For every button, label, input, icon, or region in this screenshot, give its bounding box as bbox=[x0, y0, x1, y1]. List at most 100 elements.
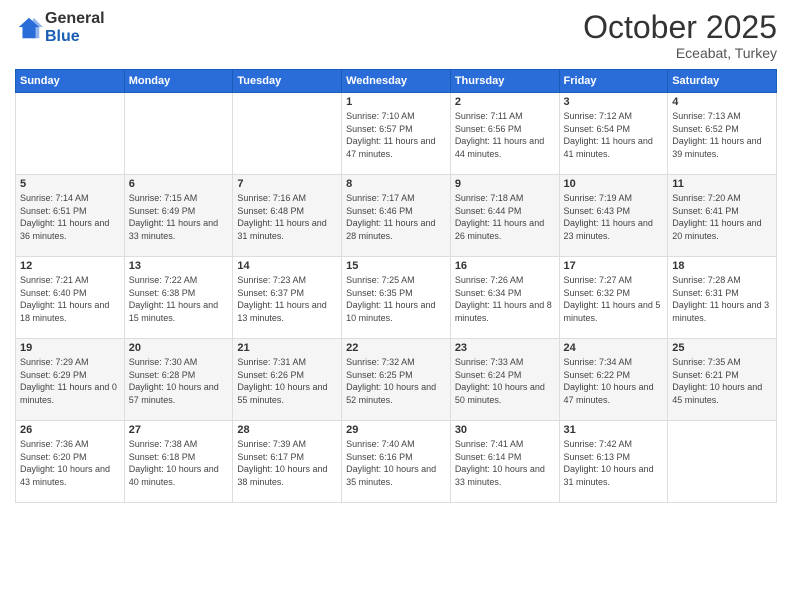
weekday-header-row: SundayMondayTuesdayWednesdayThursdayFrid… bbox=[16, 70, 777, 93]
day-number: 20 bbox=[129, 342, 229, 354]
day-number: 23 bbox=[455, 342, 555, 354]
day-number: 26 bbox=[20, 424, 120, 436]
day-number: 13 bbox=[129, 260, 229, 272]
day-info: Sunrise: 7:29 AM Sunset: 6:29 PM Dayligh… bbox=[20, 356, 120, 406]
day-number: 14 bbox=[237, 260, 337, 272]
day-info: Sunrise: 7:39 AM Sunset: 6:17 PM Dayligh… bbox=[237, 438, 337, 488]
day-info: Sunrise: 7:34 AM Sunset: 6:22 PM Dayligh… bbox=[564, 356, 664, 406]
weekday-header-tuesday: Tuesday bbox=[233, 70, 342, 93]
calendar-week-row: 12 Sunrise: 7:21 AM Sunset: 6:40 PM Dayli… bbox=[16, 257, 777, 339]
calendar-cell bbox=[233, 93, 342, 175]
calendar-week-row: 19 Sunrise: 7:29 AM Sunset: 6:29 PM Dayli… bbox=[16, 339, 777, 421]
day-info: Sunrise: 7:25 AM Sunset: 6:35 PM Dayligh… bbox=[346, 274, 446, 324]
calendar-cell: 2 Sunrise: 7:11 AM Sunset: 6:56 PM Daylig… bbox=[450, 93, 559, 175]
day-info: Sunrise: 7:38 AM Sunset: 6:18 PM Dayligh… bbox=[129, 438, 229, 488]
day-info: Sunrise: 7:21 AM Sunset: 6:40 PM Dayligh… bbox=[20, 274, 120, 324]
calendar-week-row: 5Sunrise: 7:14 AM Sunset: 6:51 PM Daylig… bbox=[16, 175, 777, 257]
logo-blue: Blue bbox=[45, 28, 105, 46]
day-info: Sunrise: 7:42 AM Sunset: 6:13 PM Dayligh… bbox=[564, 438, 664, 488]
weekday-header-thursday: Thursday bbox=[450, 70, 559, 93]
calendar-cell: 16Sunrise: 7:26 AM Sunset: 6:34 PM Dayli… bbox=[450, 257, 559, 339]
calendar-cell: 19 Sunrise: 7:29 AM Sunset: 6:29 PM Dayli… bbox=[16, 339, 125, 421]
logo-general: General bbox=[45, 10, 105, 28]
calendar-cell: 6 Sunrise: 7:15 AM Sunset: 6:49 PM Daylig… bbox=[124, 175, 233, 257]
day-info: Sunrise: 7:10 AM Sunset: 6:57 PM Dayligh… bbox=[346, 110, 446, 160]
day-info: Sunrise: 7:31 AM Sunset: 6:26 PM Dayligh… bbox=[237, 356, 337, 406]
weekday-header-saturday: Saturday bbox=[668, 70, 777, 93]
day-info: Sunrise: 7:15 AM Sunset: 6:49 PM Dayligh… bbox=[129, 192, 229, 242]
calendar-cell: 10 Sunrise: 7:19 AM Sunset: 6:43 PM Dayli… bbox=[559, 175, 668, 257]
day-info: Sunrise: 7:23 AM Sunset: 6:37 PM Dayligh… bbox=[237, 274, 337, 324]
calendar-cell: 15Sunrise: 7:25 AM Sunset: 6:35 PM Dayli… bbox=[342, 257, 451, 339]
calendar-cell: 21Sunrise: 7:31 AM Sunset: 6:26 PM Dayli… bbox=[233, 339, 342, 421]
day-number: 25 bbox=[672, 342, 772, 354]
day-info: Sunrise: 7:40 AM Sunset: 6:16 PM Dayligh… bbox=[346, 438, 446, 488]
day-info: Sunrise: 7:17 AM Sunset: 6:46 PM Dayligh… bbox=[346, 192, 446, 242]
day-info: Sunrise: 7:36 AM Sunset: 6:20 PM Dayligh… bbox=[20, 438, 120, 488]
day-info: Sunrise: 7:35 AM Sunset: 6:21 PM Dayligh… bbox=[672, 356, 772, 406]
calendar-cell: 9 Sunrise: 7:18 AM Sunset: 6:44 PM Daylig… bbox=[450, 175, 559, 257]
day-info: Sunrise: 7:19 AM Sunset: 6:43 PM Dayligh… bbox=[564, 192, 664, 242]
calendar-week-row: 1 Sunrise: 7:10 AM Sunset: 6:57 PM Daylig… bbox=[16, 93, 777, 175]
day-number: 17 bbox=[564, 260, 664, 272]
day-info: Sunrise: 7:30 AM Sunset: 6:28 PM Dayligh… bbox=[129, 356, 229, 406]
day-number: 22 bbox=[346, 342, 446, 354]
month-title: October 2025 bbox=[583, 10, 777, 45]
day-info: Sunrise: 7:28 AM Sunset: 6:31 PM Dayligh… bbox=[672, 274, 772, 324]
day-number: 12 bbox=[20, 260, 120, 272]
day-number: 10 bbox=[564, 178, 664, 190]
calendar-cell: 20 Sunrise: 7:30 AM Sunset: 6:28 PM Dayli… bbox=[124, 339, 233, 421]
calendar-cell: 11 Sunrise: 7:20 AM Sunset: 6:41 PM Dayli… bbox=[668, 175, 777, 257]
calendar-cell: 14 Sunrise: 7:23 AM Sunset: 6:37 PM Dayli… bbox=[233, 257, 342, 339]
calendar-cell: 8 Sunrise: 7:17 AM Sunset: 6:46 PM Daylig… bbox=[342, 175, 451, 257]
calendar-week-row: 26 Sunrise: 7:36 AM Sunset: 6:20 PM Dayli… bbox=[16, 421, 777, 503]
day-number: 2 bbox=[455, 96, 555, 108]
calendar-cell bbox=[124, 93, 233, 175]
day-number: 1 bbox=[346, 96, 446, 108]
logo: General Blue bbox=[15, 10, 105, 45]
day-info: Sunrise: 7:32 AM Sunset: 6:25 PM Dayligh… bbox=[346, 356, 446, 406]
day-number: 4 bbox=[672, 96, 772, 108]
day-info: Sunrise: 7:41 AM Sunset: 6:14 PM Dayligh… bbox=[455, 438, 555, 488]
weekday-header-monday: Monday bbox=[124, 70, 233, 93]
weekday-header-sunday: Sunday bbox=[16, 70, 125, 93]
calendar-cell: 26 Sunrise: 7:36 AM Sunset: 6:20 PM Dayli… bbox=[16, 421, 125, 503]
calendar-cell: 28Sunrise: 7:39 AM Sunset: 6:17 PM Dayli… bbox=[233, 421, 342, 503]
day-number: 9 bbox=[455, 178, 555, 190]
calendar-cell: 25 Sunrise: 7:35 AM Sunset: 6:21 PM Dayli… bbox=[668, 339, 777, 421]
day-info: Sunrise: 7:11 AM Sunset: 6:56 PM Dayligh… bbox=[455, 110, 555, 160]
weekday-header-wednesday: Wednesday bbox=[342, 70, 451, 93]
day-info: Sunrise: 7:20 AM Sunset: 6:41 PM Dayligh… bbox=[672, 192, 772, 242]
day-number: 30 bbox=[455, 424, 555, 436]
calendar-cell: 18 Sunrise: 7:28 AM Sunset: 6:31 PM Dayli… bbox=[668, 257, 777, 339]
calendar-cell: 7Sunrise: 7:16 AM Sunset: 6:48 PM Daylig… bbox=[233, 175, 342, 257]
calendar-table: SundayMondayTuesdayWednesdayThursdayFrid… bbox=[15, 69, 777, 503]
day-info: Sunrise: 7:18 AM Sunset: 6:44 PM Dayligh… bbox=[455, 192, 555, 242]
day-number: 8 bbox=[346, 178, 446, 190]
day-number: 5 bbox=[20, 178, 120, 190]
day-info: Sunrise: 7:33 AM Sunset: 6:24 PM Dayligh… bbox=[455, 356, 555, 406]
calendar-cell: 30 Sunrise: 7:41 AM Sunset: 6:14 PM Dayli… bbox=[450, 421, 559, 503]
calendar-cell: 17 Sunrise: 7:27 AM Sunset: 6:32 PM Dayli… bbox=[559, 257, 668, 339]
day-number: 29 bbox=[346, 424, 446, 436]
day-number: 11 bbox=[672, 178, 772, 190]
calendar-cell: 1 Sunrise: 7:10 AM Sunset: 6:57 PM Daylig… bbox=[342, 93, 451, 175]
day-info: Sunrise: 7:26 AM Sunset: 6:34 PM Dayligh… bbox=[455, 274, 555, 324]
calendar-cell: 3Sunrise: 7:12 AM Sunset: 6:54 PM Daylig… bbox=[559, 93, 668, 175]
header: General Blue October 2025 Eceabat, Turke… bbox=[15, 10, 777, 61]
title-block: October 2025 Eceabat, Turkey bbox=[583, 10, 777, 61]
calendar-cell: 24Sunrise: 7:34 AM Sunset: 6:22 PM Dayli… bbox=[559, 339, 668, 421]
page: General Blue October 2025 Eceabat, Turke… bbox=[0, 0, 792, 612]
day-info: Sunrise: 7:16 AM Sunset: 6:48 PM Dayligh… bbox=[237, 192, 337, 242]
calendar-cell bbox=[668, 421, 777, 503]
day-info: Sunrise: 7:13 AM Sunset: 6:52 PM Dayligh… bbox=[672, 110, 772, 160]
day-info: Sunrise: 7:27 AM Sunset: 6:32 PM Dayligh… bbox=[564, 274, 664, 324]
calendar-cell: 5Sunrise: 7:14 AM Sunset: 6:51 PM Daylig… bbox=[16, 175, 125, 257]
day-info: Sunrise: 7:12 AM Sunset: 6:54 PM Dayligh… bbox=[564, 110, 664, 160]
day-number: 18 bbox=[672, 260, 772, 272]
day-number: 6 bbox=[129, 178, 229, 190]
generalblue-logo-icon bbox=[15, 14, 43, 42]
calendar-cell bbox=[16, 93, 125, 175]
day-number: 19 bbox=[20, 342, 120, 354]
calendar-cell: 4 Sunrise: 7:13 AM Sunset: 6:52 PM Daylig… bbox=[668, 93, 777, 175]
